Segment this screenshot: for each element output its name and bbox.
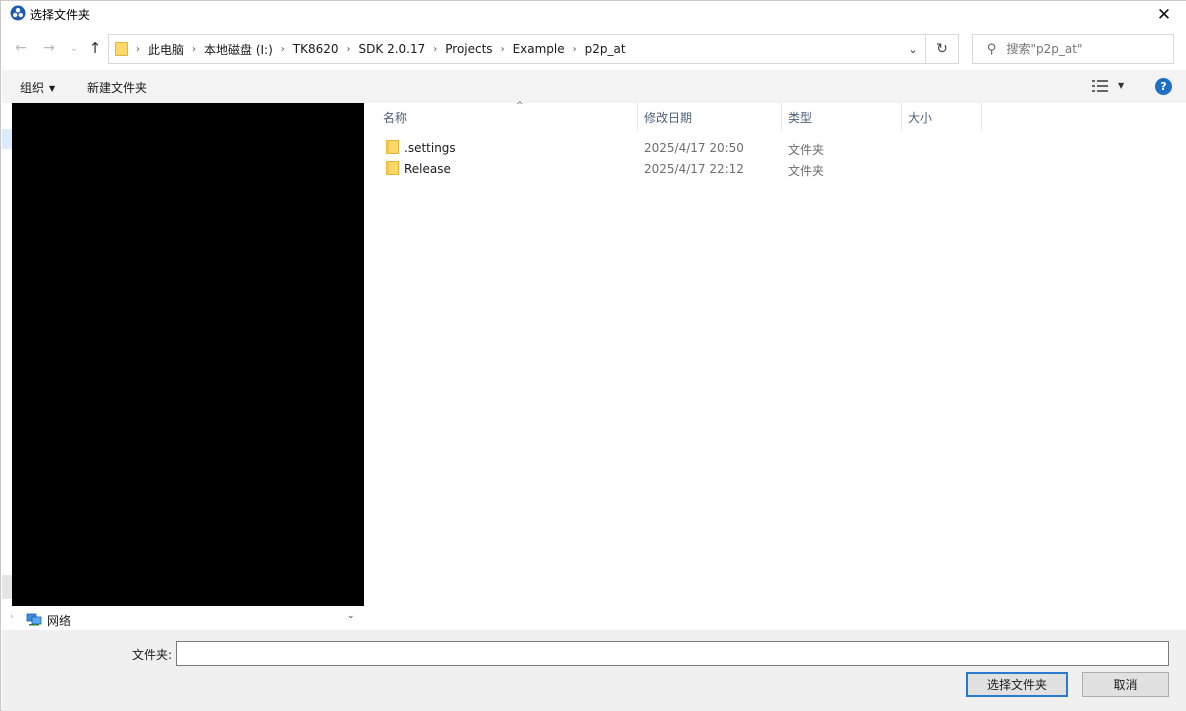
close-button[interactable]: ✕ — [1141, 1, 1186, 28]
close-icon: ✕ — [1156, 4, 1172, 25]
breadcrumb-separator-icon[interactable]: › — [136, 44, 140, 55]
caret-down-icon: ▼ — [49, 84, 56, 93]
selected-item-indicator — [2, 129, 12, 149]
file-list: 名称 ^ 修改日期 类型 大小 .settings 2025/4/17 20:5… — [364, 101, 1186, 630]
column-header-type[interactable]: 类型 — [782, 103, 902, 131]
forward-button[interactable]: → — [40, 39, 58, 57]
file-name: .settings — [404, 141, 456, 155]
breadcrumb-item[interactable]: 本地磁盘 (I:) — [204, 41, 273, 58]
breadcrumb-item[interactable]: 此电脑 — [148, 41, 184, 58]
breadcrumb-item[interactable]: TK8620 — [293, 42, 339, 56]
refresh-button[interactable]: ↻ — [926, 34, 959, 64]
navigation-pane: › 网络 ⌄ — [2, 103, 364, 630]
organize-label: 组织 — [20, 81, 45, 95]
expand-icon[interactable]: › — [10, 612, 14, 622]
sort-ascending-icon: ^ — [516, 101, 524, 111]
column-name-label: 名称 — [383, 110, 408, 125]
breadcrumb-separator-icon[interactable]: › — [573, 44, 577, 55]
file-date: 2025/4/17 22:12 — [644, 162, 744, 176]
breadcrumb: › 此电脑 › 本地磁盘 (I:) › TK8620 › SDK 2.0.17 › Project… — [136, 41, 626, 58]
scroll-down-icon[interactable]: ⌄ — [347, 611, 355, 621]
list-item[interactable]: .settings 2025/4/17 20:50 文件夹 — [379, 137, 979, 158]
redacted-area — [12, 103, 364, 606]
select-folder-button[interactable]: 选择文件夹 — [966, 672, 1068, 697]
column-header-name[interactable]: 名称 ^ — [377, 101, 638, 131]
file-name: Release — [404, 162, 451, 176]
view-options-icon[interactable] — [1092, 80, 1108, 92]
column-date-label: 修改日期 — [644, 110, 693, 125]
back-button[interactable]: ← — [12, 39, 30, 57]
folder-name-input[interactable] — [176, 641, 1169, 666]
title-bar: 选择文件夹 ✕ — [1, 1, 1186, 28]
file-type: 文件夹 — [788, 164, 825, 178]
view-options-caret-icon[interactable]: ▼ — [1118, 81, 1124, 90]
column-header-date[interactable]: 修改日期 — [638, 103, 782, 131]
up-button[interactable]: ↑ — [86, 39, 104, 57]
breadcrumb-separator-icon[interactable]: › — [347, 44, 351, 55]
window-title: 选择文件夹 — [30, 8, 91, 22]
breadcrumb-item[interactable]: Projects — [445, 42, 492, 56]
recent-locations-button[interactable]: ⌄ — [65, 39, 83, 57]
column-type-label: 类型 — [788, 110, 813, 125]
chevron-down-icon: ⌄ — [908, 42, 918, 56]
column-size-label: 大小 — [908, 110, 933, 125]
organize-menu[interactable]: 组织 ▼ — [20, 79, 55, 96]
file-type: 文件夹 — [788, 143, 825, 157]
arrow-left-icon: ← — [15, 40, 27, 56]
search-input[interactable] — [1006, 42, 1157, 56]
dialog-footer: 文件夹: 选择文件夹 取消 — [2, 630, 1186, 711]
navigation-bar: ← → ⌄ ↑ › 此电脑 › 本地磁盘 (I:) › TK8620 › SDK 2.0.17… — [1, 28, 1186, 70]
breadcrumb-separator-icon[interactable]: › — [192, 44, 196, 55]
breadcrumb-item[interactable]: SDK 2.0.17 — [359, 42, 426, 56]
chevron-down-icon: ⌄ — [69, 42, 79, 54]
app-icon — [10, 5, 26, 21]
file-date: 2025/4/17 20:50 — [644, 141, 744, 155]
column-header-size[interactable]: 大小 — [902, 103, 982, 131]
refresh-icon: ↻ — [936, 41, 948, 57]
network-label: 网络 — [47, 614, 72, 628]
breadcrumb-item[interactable]: Example — [513, 42, 565, 56]
search-box[interactable]: ⚲ — [972, 34, 1174, 64]
help-icon[interactable]: ? — [1155, 78, 1172, 95]
hover-item-indicator — [2, 575, 12, 599]
sidebar-item-network[interactable]: › 网络 — [2, 608, 364, 630]
folder-icon — [386, 140, 399, 154]
arrow-up-icon: ↑ — [88, 39, 102, 57]
folder-picker-dialog: 选择文件夹 ✕ ← → ⌄ ↑ › 此电脑 › 本地磁盘 (I:) › TK8620 › SD… — [0, 0, 1186, 711]
breadcrumb-separator-icon[interactable]: › — [433, 44, 437, 55]
folder-icon — [386, 161, 399, 175]
breadcrumb-item[interactable]: p2p_at — [585, 42, 626, 56]
address-dropdown-button[interactable]: ⌄ — [901, 35, 925, 63]
breadcrumb-separator-icon[interactable]: › — [501, 44, 505, 55]
command-toolbar: 组织 ▼ 新建文件夹 ▼ ? — [2, 70, 1186, 103]
arrow-right-icon: → — [43, 40, 55, 56]
network-icon — [26, 613, 42, 626]
folder-icon — [115, 42, 128, 56]
new-folder-button[interactable]: 新建文件夹 — [87, 79, 147, 96]
folder-field-label: 文件夹: — [132, 648, 173, 662]
list-item[interactable]: Release 2025/4/17 22:12 文件夹 — [379, 158, 979, 179]
search-icon: ⚲ — [987, 41, 997, 57]
cancel-button[interactable]: 取消 — [1082, 672, 1169, 697]
address-bar[interactable]: › 此电脑 › 本地磁盘 (I:) › TK8620 › SDK 2.0.17 › Project… — [108, 34, 926, 64]
breadcrumb-separator-icon[interactable]: › — [281, 44, 285, 55]
